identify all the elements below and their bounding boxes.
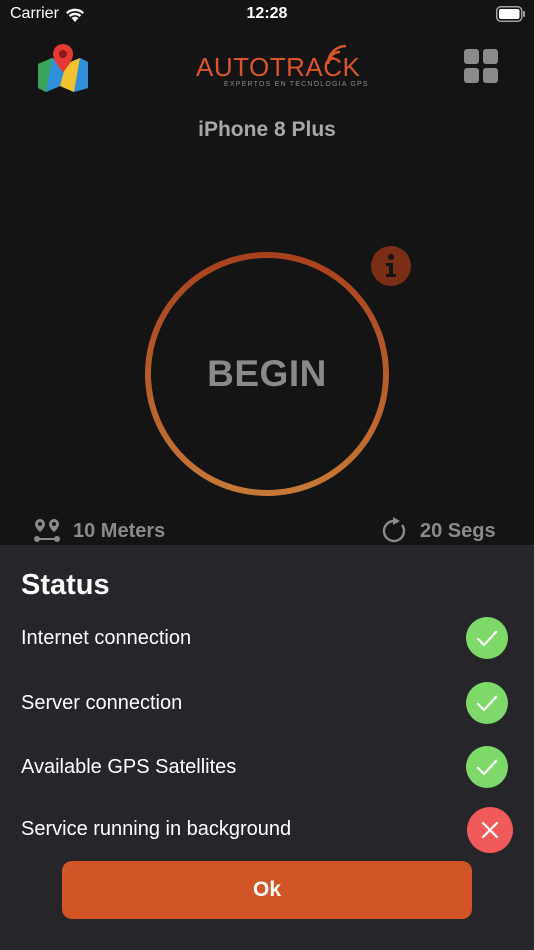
logo-auto: AUTO xyxy=(196,52,270,82)
check-icon xyxy=(466,617,508,659)
status-label: Server connection xyxy=(21,692,183,714)
info-icon xyxy=(386,254,396,277)
grid-cell xyxy=(464,49,479,64)
ok-button[interactable]: Ok xyxy=(62,861,472,919)
grid-icon[interactable] xyxy=(464,49,498,83)
distance-value: 10 Meters xyxy=(73,519,166,542)
logo-tagline: EXPERTOS EN TECNOLOGIA GPS xyxy=(224,81,369,88)
info-button[interactable] xyxy=(371,246,411,286)
refresh-icon xyxy=(382,517,406,543)
status-bar: Carrier 12:28 xyxy=(0,0,534,30)
begin-button-inner: BEGIN xyxy=(151,258,383,490)
device-name: iPhone 8 Plus xyxy=(198,118,336,141)
app-screen: Carrier 12:28 AUTOTRACK EXPERTOS EN TECN… xyxy=(0,0,534,950)
check-icon xyxy=(466,682,508,724)
distance-readout: 10 Meters xyxy=(33,516,165,546)
status-row-server: Server connection xyxy=(21,682,513,726)
interval-value: 20 Segs xyxy=(420,519,496,542)
status-row-internet: Internet connection xyxy=(21,617,513,661)
close-icon xyxy=(467,807,513,853)
status-label: Service running in background xyxy=(21,818,292,840)
clock: 12:28 xyxy=(246,5,288,22)
status-label: Internet connection xyxy=(21,627,192,649)
check-icon xyxy=(466,746,508,788)
grid-cell xyxy=(483,49,498,64)
grid-cell xyxy=(464,68,479,83)
grid-cell xyxy=(483,68,498,83)
status-label: Available GPS Satellites xyxy=(21,756,237,778)
signal-arcs-icon xyxy=(326,44,347,65)
status-row-background: Service running in background xyxy=(21,807,513,853)
status-title: Status xyxy=(21,569,110,601)
battery-icon xyxy=(496,6,525,22)
status-sheet: Status Internet connection Server connec… xyxy=(0,545,534,950)
map-pin-icon[interactable] xyxy=(36,42,90,92)
begin-button[interactable]: BEGIN xyxy=(145,252,389,496)
ok-button-label: Ok xyxy=(252,878,281,901)
interval-readout: 20 Segs xyxy=(380,516,496,546)
autotrack-logo: AUTOTRACK EXPERTOS EN TECNOLOGIA GPS xyxy=(196,44,368,92)
begin-label: BEGIN xyxy=(207,353,327,394)
status-row-gps: Available GPS Satellites xyxy=(21,746,513,790)
route-pins-icon xyxy=(34,519,60,542)
